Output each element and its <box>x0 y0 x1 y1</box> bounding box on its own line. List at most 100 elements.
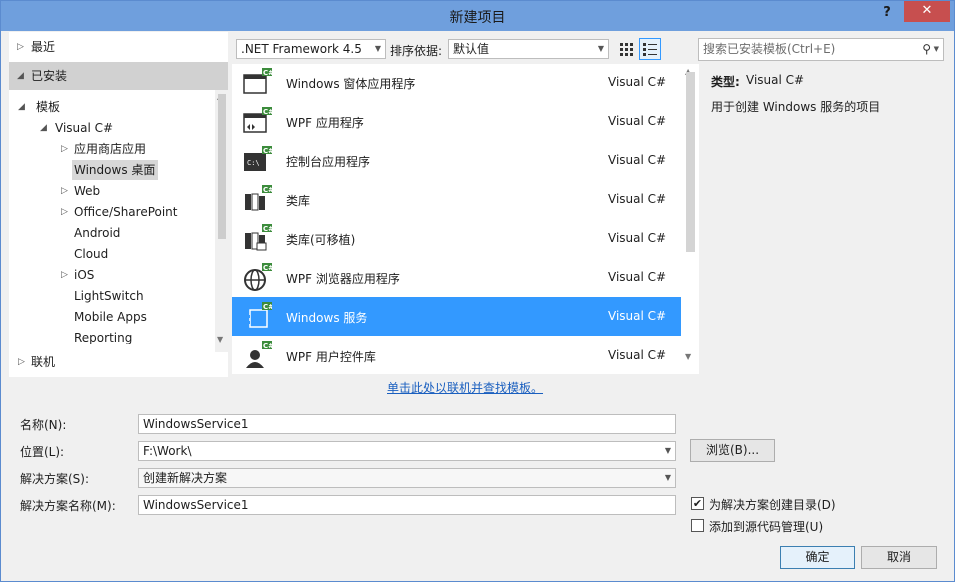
template-name: WPF 用户控件库 <box>286 350 376 364</box>
service-icon: C# <box>244 302 272 328</box>
expand-arrow-icon[interactable]: ▷ <box>17 42 24 52</box>
name-label: 名称(N): <box>20 418 67 432</box>
tree-item-recent[interactable]: 最近 <box>31 37 55 57</box>
template-name: WPF 应用程序 <box>286 116 364 130</box>
chevron-down-icon[interactable]: ▼ <box>934 39 939 60</box>
template-row[interactable]: C:\C# 控制台应用程序 Visual C# <box>232 141 681 180</box>
svg-text:C#: C# <box>263 225 272 233</box>
console-icon: C:\C# <box>244 146 272 171</box>
template-language: Visual C# <box>608 153 667 167</box>
tree-scroll-thumb[interactable] <box>218 94 226 239</box>
help-button[interactable]: ? <box>875 5 899 23</box>
checkmark-icon: ✔ <box>692 497 703 510</box>
framework-value: .NET Framework 4.5 <box>241 42 362 56</box>
template-name: WPF 浏览器应用程序 <box>286 272 400 286</box>
chevron-down-icon: ▼ <box>374 44 381 53</box>
view-small-icons-button[interactable] <box>616 39 636 59</box>
template-name: Windows 服务 <box>286 311 368 325</box>
globe-icon: C# <box>244 263 272 291</box>
type-value: Visual C# <box>746 73 805 87</box>
template-language: Visual C# <box>608 192 667 206</box>
template-scroll-thumb[interactable] <box>686 72 695 252</box>
close-button[interactable]: ✕ <box>904 1 950 22</box>
category-tree: ▷ 最近 ◢ 已安装 ◢ 模板 ◢ Visual C# ▷ 应用商店应用 Win… <box>9 32 228 377</box>
template-row[interactable]: C# Windows 服务 Visual C# <box>232 297 681 336</box>
expand-arrow-icon[interactable]: ▷ <box>61 207 68 217</box>
solution-value: 创建新解决方案 <box>143 471 228 485</box>
view-list-button[interactable] <box>639 38 661 60</box>
collapse-arrow-icon[interactable]: ◢ <box>17 71 24 81</box>
template-list: C# Windows 窗体应用程序 Visual C# C# WPF 应用程序 Visua… <box>232 64 699 374</box>
expand-arrow-icon[interactable]: ▷ <box>18 357 25 367</box>
solution-select[interactable]: 创建新解决方案 ▼ <box>138 468 676 488</box>
svg-text:C#: C# <box>263 303 272 311</box>
svg-text:C#: C# <box>263 264 272 272</box>
sort-select[interactable]: 默认值 ▼ <box>448 39 609 59</box>
tree-item-installed[interactable]: ◢ 已安装 <box>9 62 228 90</box>
expand-arrow-icon[interactable]: ▷ <box>61 270 68 280</box>
name-field[interactable]: WindowsService1 <box>138 414 676 434</box>
tree-item-online[interactable]: 联机 <box>31 352 55 372</box>
new-project-dialog: 新建项目 ? ✕ ▷ 最近 ◢ 已安装 ◢ 模板 ◢ Visual C# ▷ 应… <box>0 0 955 582</box>
list-view-icon <box>643 43 657 56</box>
chevron-down-icon: ▼ <box>664 473 671 482</box>
template-row[interactable]: C# WPF 浏览器应用程序 Visual C# <box>232 258 681 297</box>
tree-item-store-apps[interactable]: 应用商店应用 <box>74 139 146 159</box>
tree-item-office[interactable]: Office/SharePoint <box>74 202 178 222</box>
template-language: Visual C# <box>608 75 667 89</box>
portable-library-icon: C# <box>245 224 272 251</box>
user-control-icon: C# <box>246 341 272 368</box>
location-label: 位置(L): <box>20 445 65 459</box>
template-name: Windows 窗体应用程序 <box>286 77 416 91</box>
template-language: Visual C# <box>608 348 667 362</box>
tree-item-windows-desktop[interactable]: Windows 桌面 <box>74 160 155 180</box>
expand-arrow-icon[interactable]: ▷ <box>61 144 68 154</box>
browse-button[interactable]: 浏览(B)... <box>690 439 775 462</box>
tree-item-web[interactable]: Web <box>74 181 100 201</box>
collapse-arrow-icon[interactable]: ◢ <box>40 123 47 133</box>
create-directory-checkbox[interactable]: ✔ <box>691 497 704 510</box>
class-library-icon: C# <box>245 185 272 211</box>
template-info-panel: 类型: Visual C# 用于创建 Windows 服务的项目 <box>699 64 949 374</box>
template-row[interactable]: C# WPF 用户控件库 Visual C# <box>232 336 681 375</box>
tree-item-cloud[interactable]: Cloud <box>74 244 108 264</box>
location-field[interactable]: F:\Work\ ▼ <box>138 441 676 461</box>
expand-arrow-icon[interactable]: ▷ <box>61 186 68 196</box>
svg-text:C#: C# <box>263 186 272 194</box>
tree-item-mobile-apps[interactable]: Mobile Apps <box>74 307 147 327</box>
tree-item-lightswitch[interactable]: LightSwitch <box>74 286 144 306</box>
search-icon[interactable]: ⚲ <box>922 39 931 60</box>
online-templates-link[interactable]: 单击此处以联机并查找模板。 <box>387 379 543 396</box>
template-language: Visual C# <box>608 309 667 323</box>
tree-item-visual-csharp[interactable]: Visual C# <box>55 118 113 138</box>
template-row[interactable]: C# 类库(可移植) Visual C# <box>232 219 681 258</box>
wpf-app-icon: C# <box>243 107 272 133</box>
name-value: WindowsService1 <box>143 417 249 431</box>
tree-item-templates[interactable]: 模板 <box>36 97 60 117</box>
cancel-button[interactable]: 取消 <box>861 546 937 569</box>
tree-item-android[interactable]: Android <box>74 223 120 243</box>
create-directory-label: 为解决方案创建目录(D) <box>709 498 836 512</box>
scroll-down-icon[interactable]: ▼ <box>685 352 691 361</box>
search-input[interactable]: 搜索已安装模板(Ctrl+E) ⚲ ▼ <box>698 38 944 61</box>
collapse-arrow-icon[interactable]: ◢ <box>18 102 25 112</box>
template-row[interactable]: C# 类库 Visual C# <box>232 180 681 219</box>
tree-item-installed-label: 已安装 <box>31 69 68 83</box>
solution-name-value: WindowsService1 <box>143 498 249 512</box>
tree-item-reporting[interactable]: Reporting <box>74 328 132 344</box>
scroll-down-icon[interactable]: ▼ <box>217 335 223 344</box>
solution-name-label: 解决方案名称(M): <box>20 499 116 513</box>
source-control-checkbox[interactable] <box>691 519 704 532</box>
window-title: 新建项目 <box>449 10 506 26</box>
svg-text:C:\: C:\ <box>247 159 260 167</box>
title-bar: 新建项目 ? ✕ <box>1 1 954 31</box>
template-name: 类库(可移植) <box>286 233 356 247</box>
template-row[interactable]: C# WPF 应用程序 Visual C# <box>232 102 681 141</box>
type-label: 类型: <box>711 75 740 89</box>
chevron-down-icon[interactable]: ▼ <box>665 442 671 460</box>
tree-item-ios[interactable]: iOS <box>74 265 94 285</box>
template-row[interactable]: C# Windows 窗体应用程序 Visual C# <box>232 63 681 102</box>
solution-name-field[interactable]: WindowsService1 <box>138 495 676 515</box>
ok-button[interactable]: 确定 <box>780 546 855 569</box>
framework-select[interactable]: .NET Framework 4.5 ▼ <box>236 39 386 59</box>
